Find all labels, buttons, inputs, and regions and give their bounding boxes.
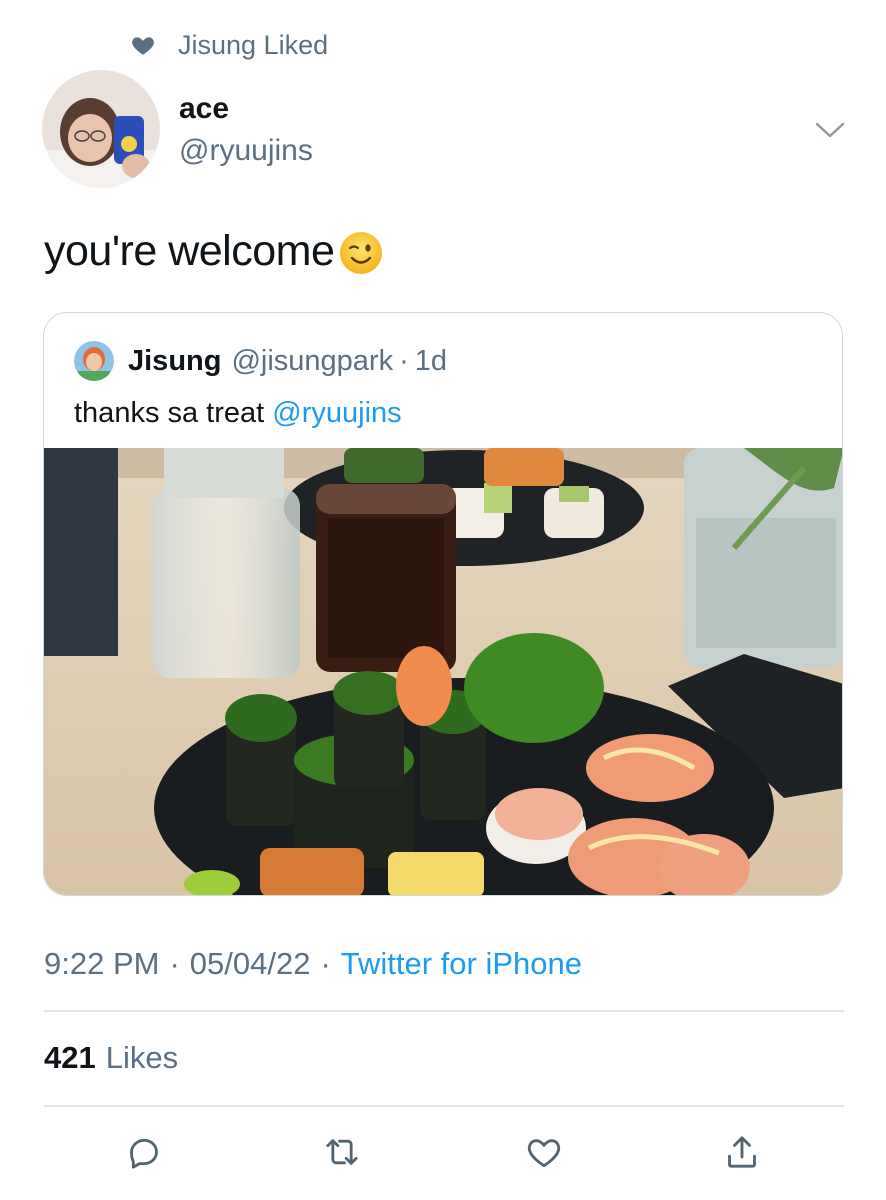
quoted-separator: ·	[399, 344, 409, 377]
tweet-text: you're welcome	[44, 226, 384, 276]
meta-separator: ·	[320, 946, 331, 981]
reply-button[interactable]	[122, 1130, 166, 1174]
author-name[interactable]: ace	[179, 92, 229, 126]
meta-separator: ·	[169, 946, 180, 981]
divider	[44, 1105, 844, 1107]
quoted-tweet-text: thanks sa treat @ryuujins	[74, 397, 402, 430]
social-context-label: Jisung Liked	[178, 29, 329, 60]
quoted-tweet-age: 1d	[414, 344, 448, 377]
retweet-icon	[326, 1139, 358, 1165]
likes-summary[interactable]: 421 Likes	[44, 1040, 178, 1076]
likes-count: 421	[44, 1040, 96, 1075]
social-context: Jisung Liked	[130, 28, 328, 62]
tweet-source-link[interactable]: Twitter for iPhone	[341, 946, 582, 982]
mention-link[interactable]: @ryuujins	[272, 397, 401, 429]
share-button[interactable]	[720, 1130, 764, 1174]
quoted-author-avatar	[74, 341, 114, 381]
tweet-author[interactable]: ace @ryuujins	[42, 70, 845, 190]
tweet-time: 9:22 PM	[44, 946, 160, 981]
author-avatar[interactable]	[42, 70, 160, 188]
tweet-body: you're welcome	[44, 226, 335, 275]
divider	[44, 1010, 844, 1012]
quoted-tweet-photo[interactable]	[44, 448, 842, 895]
tweet-meta: 9:22 PM · 05/04/22 · Twitter for iPhone	[44, 946, 582, 982]
like-button[interactable]	[522, 1130, 566, 1174]
retweet-button[interactable]	[320, 1130, 364, 1174]
quoted-author-handle: @jisungpark	[231, 344, 394, 377]
like-icon	[527, 1139, 561, 1168]
reply-icon	[130, 1138, 158, 1169]
author-handle[interactable]: @ryuujins	[179, 134, 313, 168]
quoted-tweet-header: Jisung @jisungpark · 1d	[74, 341, 447, 381]
tweet-actions	[0, 1130, 886, 1174]
chevron-down-icon[interactable]	[814, 120, 846, 140]
quoted-author-name: Jisung	[128, 344, 222, 377]
share-icon	[728, 1136, 756, 1168]
likes-label: Likes	[105, 1040, 179, 1075]
quoted-tweet[interactable]: Jisung @jisungpark · 1d thanks sa treat …	[43, 312, 843, 896]
heart-icon	[132, 37, 154, 55]
winking-face-emoji	[340, 232, 383, 274]
tweet-date: 05/04/22	[189, 946, 311, 981]
quoted-tweet-body: thanks sa treat	[74, 397, 273, 429]
